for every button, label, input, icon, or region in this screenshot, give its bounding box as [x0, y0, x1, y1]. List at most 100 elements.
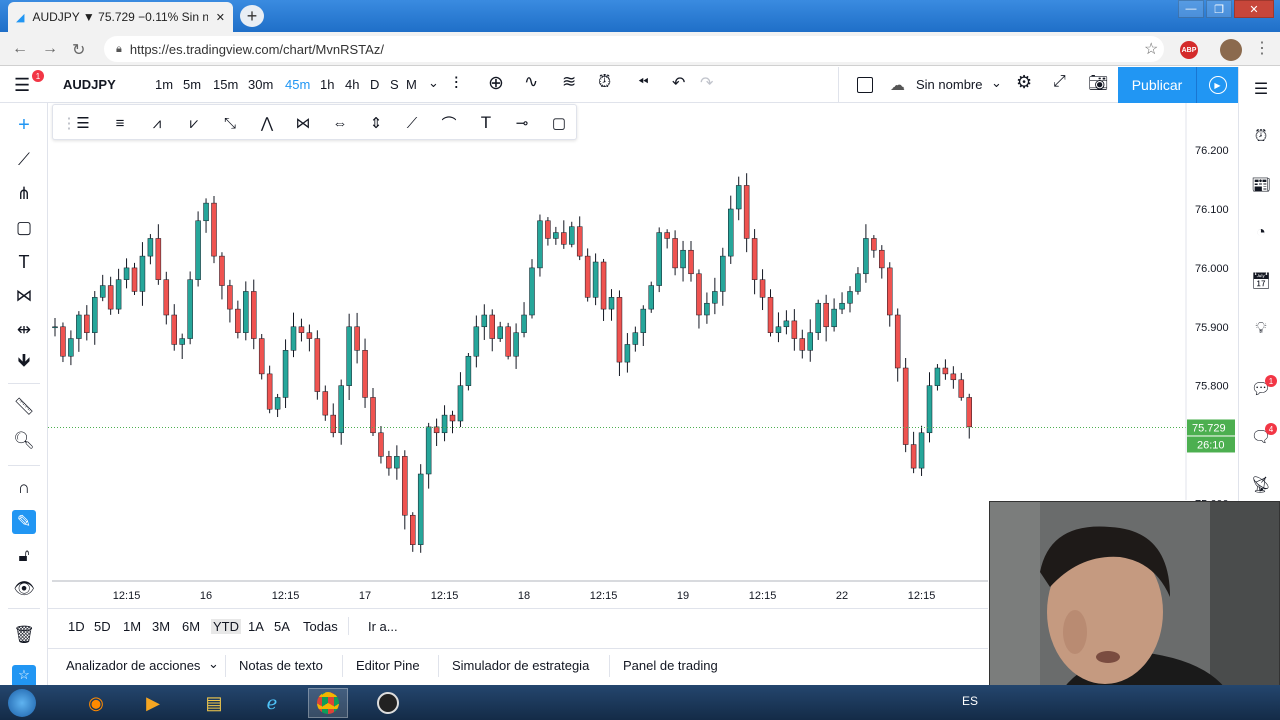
- range-1a[interactable]: 1A: [248, 619, 264, 634]
- obs-icon[interactable]: [368, 688, 408, 718]
- brush-icon[interactable]: ⤡: [218, 111, 242, 135]
- file-explorer-icon[interactable]: ▤: [194, 688, 234, 718]
- data-window-icon[interactable]: ◔: [1249, 221, 1273, 245]
- url-field[interactable]: 🔒︎ https://es.tradingview.com/chart/MvnR…: [104, 36, 1164, 62]
- abcd-pattern-icon[interactable]: ⩗: [182, 111, 206, 135]
- start-button-icon[interactable]: [2, 688, 42, 718]
- alarm-clock-icon[interactable]: ⏰︎: [1249, 125, 1273, 149]
- range-todas[interactable]: Todas: [303, 619, 338, 634]
- pitchfork-icon[interactable]: ⋔: [12, 182, 36, 206]
- hamburger-menu-icon[interactable]: ☰: [14, 75, 30, 96]
- language-indicator[interactable]: ES: [962, 694, 978, 708]
- xabcd-pattern-icon[interactable]: ⩘: [145, 111, 169, 135]
- text-tool-icon[interactable]: T: [12, 250, 36, 274]
- alert-clock-icon[interactable]: ⏰︎: [598, 72, 611, 92]
- goto-date-button[interactable]: Ir a...: [368, 619, 398, 634]
- interval-d[interactable]: D: [370, 77, 379, 92]
- firefox-icon[interactable]: ◉: [76, 688, 116, 718]
- indicators-icon[interactable]: ∿: [524, 72, 538, 92]
- publish-button[interactable]: Publicar: [1118, 67, 1196, 103]
- chevron-down-icon[interactable]: ⌄: [208, 656, 219, 672]
- range-ytd[interactable]: YTD: [211, 619, 241, 634]
- chrome-icon[interactable]: [308, 688, 348, 718]
- interval-4h[interactable]: 4h: [345, 77, 359, 92]
- symbol-search[interactable]: AUDJPY: [63, 77, 116, 92]
- trash-icon[interactable]: 🗑︎: [12, 623, 36, 647]
- eye-icon[interactable]: 👁︎: [12, 577, 36, 601]
- curve-icon[interactable]: ⌒: [437, 111, 461, 135]
- reload-icon[interactable]: ↻: [72, 40, 85, 60]
- head-shoulders-icon[interactable]: ⋀: [255, 111, 279, 135]
- text-icon[interactable]: T: [474, 111, 498, 135]
- interval-s[interactable]: S: [390, 77, 399, 92]
- regression-channel-icon[interactable]: ≡: [108, 111, 132, 135]
- gear-icon[interactable]: ⚙︎: [1016, 72, 1032, 93]
- bottom-tab-4[interactable]: Simulador de estrategia: [452, 658, 589, 673]
- browser-menu-icon[interactable]: ⋮: [1254, 38, 1270, 58]
- camera-icon[interactable]: 📷︎: [1088, 73, 1108, 93]
- forward-arrow-icon[interactable]: →: [42, 40, 58, 58]
- new-tab-button[interactable]: +: [240, 5, 264, 27]
- range-5d[interactable]: 5D: [94, 619, 111, 634]
- calendar-icon[interactable]: 📅︎: [1249, 269, 1273, 293]
- elliott-wave-icon[interactable]: ⋈: [291, 111, 315, 135]
- news-icon[interactable]: 📰︎: [1249, 173, 1273, 197]
- candle-style-icon[interactable]: ⫶: [454, 74, 458, 94]
- range-6m[interactable]: 6M: [182, 619, 200, 634]
- bottom-tab-1[interactable]: Analizador de acciones: [66, 658, 200, 673]
- media-player-icon[interactable]: ▶: [133, 688, 173, 718]
- bottom-tab-5[interactable]: Panel de trading: [623, 658, 718, 673]
- close-tab-icon[interactable]: ✕: [216, 11, 225, 24]
- fullscreen-rect-icon[interactable]: [857, 77, 873, 93]
- frame-icon[interactable]: ▢: [547, 111, 571, 135]
- trend-line-icon[interactable]: ⟋: [12, 148, 36, 172]
- range-1d[interactable]: 1D: [68, 619, 85, 634]
- redo-icon[interactable]: ↷: [700, 73, 713, 93]
- profile-avatar[interactable]: [1220, 39, 1242, 61]
- crosshair-icon[interactable]: +: [12, 113, 36, 137]
- close-window-button[interactable]: ✕: [1234, 0, 1274, 18]
- range-5a[interactable]: 5A: [274, 619, 290, 634]
- chevron-down-icon[interactable]: ⌄: [428, 75, 439, 91]
- date-range-icon[interactable]: ⇔: [328, 111, 352, 135]
- interval-m[interactable]: M: [406, 77, 417, 92]
- range-1m[interactable]: 1M: [123, 619, 141, 634]
- undo-icon[interactable]: ↶: [672, 73, 685, 93]
- play-circle-icon[interactable]: ▶: [1196, 67, 1238, 103]
- interval-5m[interactable]: 5m: [183, 77, 201, 92]
- parallel-channel-icon[interactable]: ☰: [71, 111, 95, 135]
- interval-1h[interactable]: 1h: [320, 77, 334, 92]
- interval-45m[interactable]: 45m: [285, 77, 310, 92]
- watchlist-icon[interactable]: ☰: [1249, 77, 1273, 101]
- replay-icon[interactable]: ⏪︎: [638, 74, 648, 90]
- bottom-tab-2[interactable]: Notas de texto: [239, 658, 323, 673]
- chevron-down-icon[interactable]: ⌄: [991, 75, 1002, 91]
- expand-icon[interactable]: ⤢: [1053, 73, 1066, 91]
- rectangle-icon[interactable]: ▢: [12, 216, 36, 240]
- line-icon[interactable]: ⟋: [400, 111, 424, 135]
- interval-30m[interactable]: 30m: [248, 77, 273, 92]
- ideas-lightbulb-icon[interactable]: 💡︎: [1249, 317, 1273, 341]
- magnet-icon[interactable]: ∩: [12, 476, 36, 500]
- ruler-icon[interactable]: 📏︎: [12, 395, 36, 419]
- range-3m[interactable]: 3M: [152, 619, 170, 634]
- back-arrow-icon[interactable]: ←: [12, 40, 28, 58]
- bottom-tab-3[interactable]: Editor Pine: [356, 658, 420, 673]
- interval-15m[interactable]: 15m: [213, 77, 238, 92]
- price-axis[interactable]: 76.20076.10076.00075.90075.80075.600: [1195, 145, 1229, 510]
- compare-plus-icon[interactable]: ⊕: [488, 72, 504, 95]
- browser-tab[interactable]: ◢ AUDJPY ▼ 75.729 −0.11% Sin nc ✕: [8, 2, 233, 32]
- streams-icon[interactable]: 📡︎: [1249, 473, 1273, 497]
- arrow-down-icon[interactable]: 🡻: [12, 350, 36, 375]
- lock-icon[interactable]: 🔓︎: [12, 544, 36, 568]
- zoom-in-icon[interactable]: 🔍︎: [12, 429, 36, 453]
- price-range-icon[interactable]: ⇕: [364, 111, 388, 135]
- favorites-star-icon[interactable]: ☆: [12, 665, 36, 685]
- interval-1m[interactable]: 1m: [155, 77, 173, 92]
- pattern-icon[interactable]: ⋈: [12, 284, 36, 308]
- adblock-icon[interactable]: ABP: [1180, 41, 1198, 59]
- horizontal-ray-icon[interactable]: ⊸: [510, 111, 534, 135]
- maximize-button[interactable]: ❐: [1206, 0, 1232, 18]
- bookmark-star-icon[interactable]: ☆: [1144, 39, 1158, 59]
- prediction-icon[interactable]: ⇹: [12, 318, 36, 342]
